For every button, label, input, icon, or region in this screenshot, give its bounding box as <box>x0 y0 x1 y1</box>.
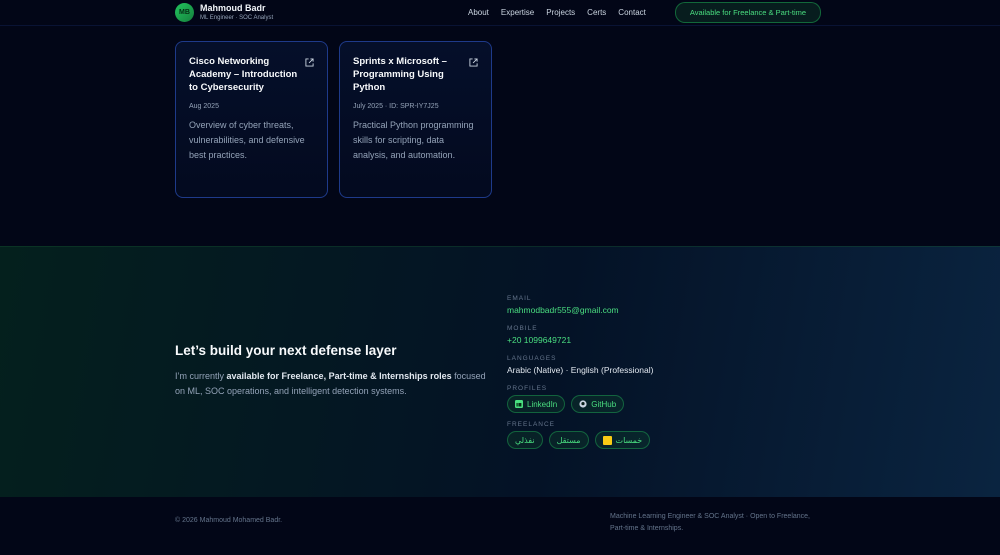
cert-description: Practical Python programming skills for … <box>353 120 474 160</box>
brand-subtitle: ML Engineer · SOC Analyst <box>200 15 274 21</box>
freelance-block: FREELANCE نفذلي مستقل خمسات <box>507 421 651 449</box>
profiles-label: PROFILES <box>507 385 548 392</box>
footer-copyright: © 2026 Mahmoud Mohamed Badr. <box>175 517 283 524</box>
nav-expertise[interactable]: Expertise <box>501 8 534 17</box>
availability-button[interactable]: Available for Freelance & Part-time <box>675 2 821 23</box>
site-header: MB Mahmoud Badr ML Engineer · SOC Analys… <box>0 0 1000 26</box>
mostaql-chip[interactable]: مستقل <box>548 431 589 449</box>
footer-tagline: Machine Learning Engineer & SOC Analyst … <box>610 513 810 532</box>
contact-section: Let’s build your next defense layer I’m … <box>0 246 1000 497</box>
nav-certs[interactable]: Certs <box>587 8 606 17</box>
linkedin-label: LinkedIn <box>527 399 558 409</box>
nafezly-chip[interactable]: نفذلي <box>507 431 543 449</box>
profiles-block: PROFILES LinkedIn GitHub <box>507 385 625 413</box>
linkedin-icon <box>515 400 523 408</box>
external-link-icon[interactable] <box>469 58 478 67</box>
github-icon <box>579 400 587 408</box>
nafezly-label: نفذلي <box>515 435 535 445</box>
languages-value: Arabic (Native) · English (Professional) <box>507 365 654 375</box>
languages-block: LANGUAGES Arabic (Native) · English (Pro… <box>507 355 653 375</box>
external-link-icon[interactable] <box>305 58 314 67</box>
logo-avatar: MB <box>175 3 194 22</box>
cert-card[interactable]: Cisco Networking Academy – Introduction … <box>175 41 328 198</box>
desc-prefix: I’m currently <box>175 371 227 381</box>
cert-card[interactable]: Sprints x Microsoft – Programming Using … <box>339 41 492 198</box>
main-nav: About Expertise Projects Certs Contact <box>468 8 646 17</box>
email-block: EMAIL mahmodbadr555@gmail.com <box>507 295 619 315</box>
cert-title: Cisco Networking Academy – Introduction … <box>189 56 298 93</box>
khamsat-label: خمسات <box>615 435 643 445</box>
mobile-block: MOBILE +20 1099649721 <box>507 325 571 345</box>
khamsat-chip[interactable]: خمسات <box>594 431 651 449</box>
khamsat-icon <box>602 435 612 445</box>
linkedin-chip[interactable]: LinkedIn <box>507 395 566 413</box>
mobile-label: MOBILE <box>507 325 538 332</box>
email-link[interactable]: mahmodbadr555@gmail.com <box>507 305 619 315</box>
contact-description: I’m currently available for Freelance, P… <box>175 369 495 399</box>
brand[interactable]: MB Mahmoud Badr ML Engineer · SOC Analys… <box>175 3 273 22</box>
nav-about[interactable]: About <box>468 8 489 17</box>
cert-title: Sprints x Microsoft – Programming Using … <box>353 56 447 93</box>
github-label: GitHub <box>591 399 617 409</box>
brand-name: Mahmoud Badr <box>200 3 266 13</box>
nav-projects[interactable]: Projects <box>546 8 575 17</box>
mobile-link[interactable]: +20 1099649721 <box>507 335 571 345</box>
freelance-label: FREELANCE <box>507 421 556 428</box>
contact-title: Let’s build your next defense layer <box>175 343 397 358</box>
cert-description: Overview of cyber threats, vulnerabiliti… <box>189 120 305 160</box>
cert-date: July 2025 · ID: SPR-IY7J25 <box>353 103 439 110</box>
desc-bold: available for Freelance, Part-time & Int… <box>226 371 452 381</box>
languages-label: LANGUAGES <box>507 355 557 362</box>
nav-contact[interactable]: Contact <box>618 8 646 17</box>
email-label: EMAIL <box>507 295 532 302</box>
github-chip[interactable]: GitHub <box>571 395 625 413</box>
mostaql-label: مستقل <box>556 435 581 445</box>
cert-date: Aug 2025 <box>189 103 219 110</box>
